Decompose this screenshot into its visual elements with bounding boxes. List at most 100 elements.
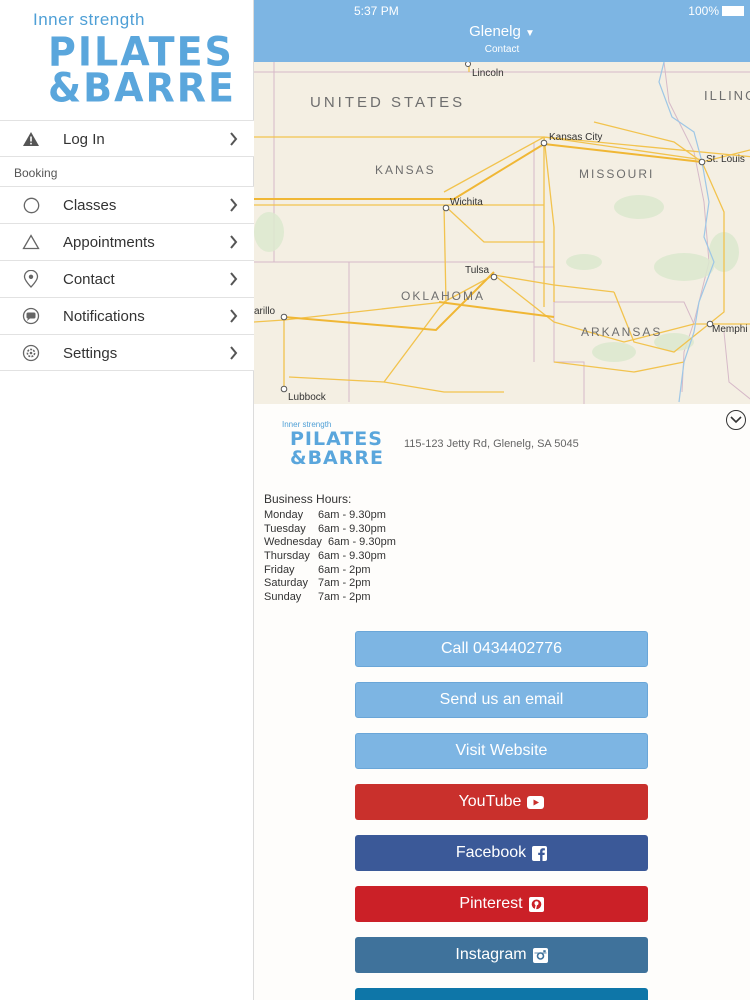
map-label-arkansas: ARKANSAS (581, 325, 662, 339)
business-hours: Business Hours: Monday 6am - 9.30pm Tuesd… (264, 492, 396, 605)
hours-time: 7am - 2pm (318, 591, 371, 604)
menu-item-contact[interactable]: Contact (0, 260, 254, 297)
map-label-us: UNITED STATES (310, 94, 465, 111)
youtube-button[interactable]: YouTube (355, 784, 648, 820)
gear-icon (22, 344, 40, 362)
map-city-memphis: Memphi (712, 324, 748, 335)
menu-item-classes[interactable]: Classes (0, 186, 254, 223)
chevron-right-icon (229, 309, 238, 328)
hours-time: 6am - 9.30pm (318, 550, 386, 563)
hours-row: Friday 6am - 2pm (264, 564, 396, 578)
side-menu: Inner strength PILATES &BARRE Log In Boo… (0, 0, 254, 1000)
location-pin-icon (22, 270, 40, 288)
facebook-button[interactable]: Facebook (355, 835, 648, 871)
pinterest-button[interactable]: Pinterest (355, 886, 648, 922)
hours-day: Tuesday (264, 522, 306, 535)
dropdown-triangle-icon: ▼ (524, 28, 535, 39)
hours-row: Saturday 7am - 2pm (264, 577, 396, 591)
map-city-wichita: Wichita (450, 197, 483, 208)
status-time: 5:37 PM (354, 4, 399, 18)
hours-row: Tuesday 6am - 9.30pm (264, 523, 396, 537)
circle-icon (22, 196, 40, 214)
business-address: 115-123 Jetty Rd, Glenelg, SA 5045 (404, 438, 579, 450)
map-label-oklahoma: OKLAHOMA (401, 289, 485, 303)
instagram-button[interactable]: Instagram (355, 937, 648, 973)
hours-time: 7am - 2pm (318, 577, 371, 590)
map-label-illinois: ILLING (704, 88, 750, 103)
map-label-kansas: KANSAS (375, 163, 436, 177)
contact-screen: UNITED STATES ILLING KANSAS MISSOURI OKL… (254, 0, 750, 1000)
instagram-button-label: Instagram (455, 946, 527, 963)
logo-tagline: Inner strength (33, 10, 145, 29)
email-button[interactable]: Send us an email (355, 682, 648, 718)
contact-panel: Inner strength PILATES &BARRE 115-123 Je… (254, 404, 750, 1000)
collapse-panel-button[interactable] (726, 410, 746, 430)
map-city-lubbock: Lubbock (288, 392, 327, 403)
call-button-label: Call 0434402776 (441, 640, 562, 657)
call-button[interactable]: Call 0434402776 (355, 631, 648, 667)
chevron-right-icon (229, 346, 238, 365)
hours-day: Monday (264, 509, 304, 521)
hours-time: 6am - 2pm (318, 563, 371, 576)
chevron-right-icon (229, 235, 238, 254)
hours-time: 6am - 9.30pm (318, 509, 386, 521)
hours-day: Thursday (264, 550, 310, 563)
battery-icon (722, 6, 744, 16)
menu-item-appointments[interactable]: Appointments (0, 223, 254, 260)
facebook-icon (532, 845, 548, 861)
section-header-booking: Booking (0, 156, 254, 186)
chat-bubble-icon (22, 307, 40, 325)
youtube-button-label: YouTube (458, 793, 522, 810)
pinterest-button-label: Pinterest (459, 895, 523, 912)
hours-row: Sunday 7am - 2pm (264, 591, 396, 605)
chevron-right-icon (229, 272, 238, 291)
menu-item-notifications[interactable]: Notifications (0, 297, 254, 334)
business-hours-title: Business Hours: (264, 492, 352, 506)
hours-row: Wednesday 6am - 9.30pm (264, 536, 396, 550)
menu-item-login[interactable]: Log In (0, 120, 254, 157)
visit-website-button-label: Visit Website (455, 742, 548, 759)
youtube-icon (527, 795, 545, 809)
map-city-tulsa: Tulsa (465, 265, 490, 276)
hours-day: Saturday (264, 577, 309, 590)
pinterest-icon (528, 896, 544, 912)
hours-time: 6am - 9.30pm (318, 522, 386, 535)
facebook-button-label: Facebook (455, 844, 527, 861)
hours-row: Monday 6am - 9.30pm (264, 509, 396, 523)
hours-day: Friday (264, 563, 295, 576)
menu-item-settings-label: Settings (63, 344, 118, 362)
hours-day: Wednesday (264, 536, 322, 549)
status-battery: 100% (688, 4, 744, 18)
map-city-amarillo: arillo (254, 306, 276, 317)
battery-percent: 100% (688, 4, 719, 18)
menu-item-settings[interactable]: Settings (0, 334, 254, 371)
menu-item-contact-label: Contact (63, 270, 115, 288)
map-city-kansas-city: Kansas City (549, 132, 602, 143)
menu-item-classes-label: Classes (63, 196, 117, 214)
brand-logo: Inner strength PILATES &BARRE (0, 0, 253, 120)
location-title: Glenelg (469, 23, 521, 40)
panel-logo-line-2: &BARRE (290, 447, 384, 469)
menu-divider (0, 370, 254, 371)
map-city-st-louis: St. Louis (706, 154, 745, 165)
triangle-icon (22, 233, 40, 251)
menu-item-notifications-label: Notifications (63, 307, 145, 325)
warning-icon (22, 130, 40, 148)
navigation-bar: 5:37 PM 100% Glenelg ▼ Contact (254, 0, 750, 62)
page-subtitle: Contact (484, 44, 520, 55)
map-label-missouri: MISSOURI (579, 167, 654, 181)
visit-website-button[interactable]: Visit Website (355, 733, 648, 769)
menu-item-appointments-label: Appointments (63, 233, 155, 251)
map-city-lincoln: Lincoln (472, 68, 504, 79)
email-button-label: Send us an email (439, 691, 564, 708)
hours-time: 6am - 9.30pm (328, 536, 396, 549)
chevron-right-icon (229, 198, 238, 217)
logo-line-2: &BARRE (48, 64, 236, 112)
menu-item-login-label: Log In (63, 130, 105, 148)
hours-day: Sunday (264, 591, 302, 604)
instagram-icon (532, 947, 548, 963)
linkedin-button[interactable] (355, 988, 648, 1000)
chevron-right-icon (229, 132, 238, 151)
hours-row: Thursday 6am - 9.30pm (264, 550, 396, 564)
location-selector[interactable]: Glenelg ▼ (254, 23, 750, 40)
